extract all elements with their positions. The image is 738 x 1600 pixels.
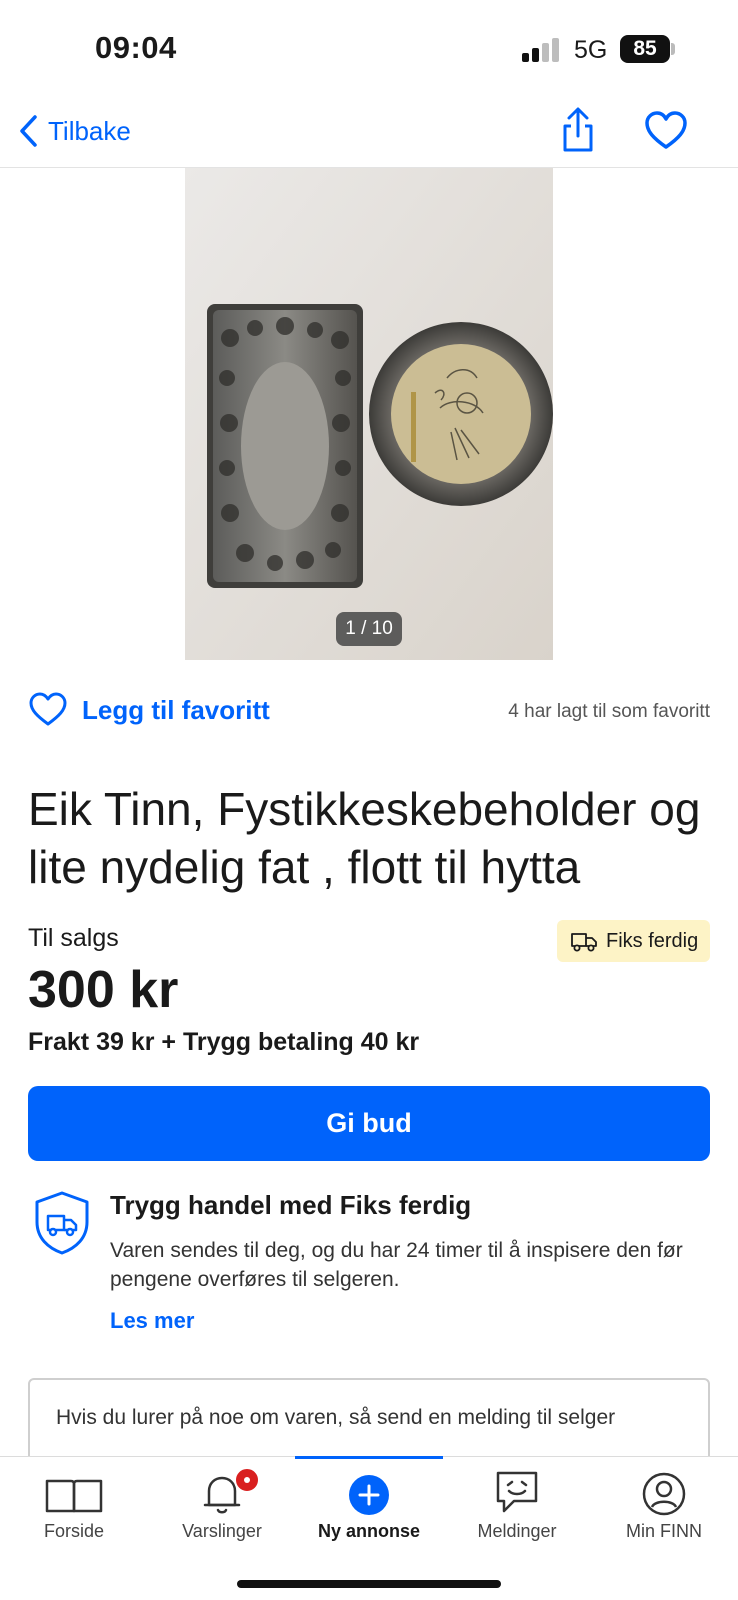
favorite-row: Legg til favoritt 4 har lagt til som fav… — [28, 690, 710, 734]
truck-icon — [571, 933, 597, 952]
nav-bar: Tilbake — [0, 100, 738, 168]
read-more-link[interactable]: Les mer — [110, 1308, 194, 1334]
tab-bar: Forside Varslinger Ny annonse Meldinger — [0, 1456, 738, 1600]
network-label: 5G — [574, 36, 608, 64]
sale-label: Til salgs — [28, 924, 119, 952]
tab-label: Meldinger — [477, 1521, 557, 1541]
listing-title: Eik Tinn, Fystikkeskebeholder og lite ny… — [28, 783, 701, 893]
tab-min-finn[interactable]: Min FINN — [590, 1467, 738, 1557]
heart-icon — [645, 111, 687, 149]
home-indicator — [237, 1580, 501, 1588]
shipping-info: Frakt 39 kr + Trygg betaling 40 kr — [28, 1028, 420, 1056]
favorite-button[interactable] — [643, 108, 689, 154]
add-favorite-button[interactable]: Legg til favoritt — [28, 690, 270, 730]
tab-label: Forside — [43, 1521, 105, 1541]
fiks-ferdig-badge: Fiks ferdig — [557, 920, 710, 962]
share-icon — [563, 107, 593, 152]
profile-icon — [642, 1472, 686, 1516]
safe-trade-text: Varen sendes til deg, og du har 24 timer… — [110, 1239, 683, 1291]
safe-trade-title: Trygg handel med Fiks ferdig — [110, 1190, 472, 1220]
book-icon — [45, 1479, 103, 1513]
message-input[interactable]: Hvis du lurer på noe om varen, så send e… — [28, 1378, 710, 1468]
notification-badge — [234, 1467, 260, 1493]
active-tab-indicator — [295, 1456, 443, 1459]
status-bar: 09:04 5G 85 — [0, 0, 738, 100]
shield-truck-icon — [32, 1190, 92, 1256]
chevron-left-icon — [20, 115, 37, 147]
tab-label: Ny annonse — [317, 1521, 421, 1541]
image-counter: 1 / 10 — [336, 612, 402, 646]
bid-button[interactable]: Gi bud — [28, 1086, 710, 1161]
battery-tip — [671, 43, 675, 55]
tab-varslinger[interactable]: Varslinger — [148, 1467, 296, 1557]
add-favorite-label: Legg til favoritt — [82, 694, 270, 725]
plus-circle-icon — [349, 1475, 389, 1515]
product-image[interactable] — [185, 168, 553, 660]
badge-label: Fiks ferdig — [606, 929, 699, 952]
favorite-count: 4 har lagt til som favoritt — [508, 701, 710, 722]
price: 300 kr — [28, 961, 179, 1019]
share-button[interactable] — [556, 106, 600, 156]
tab-meldinger[interactable]: Meldinger — [443, 1467, 591, 1557]
product-photo — [185, 168, 553, 660]
tab-label: Min FINN — [626, 1521, 702, 1541]
heart-icon — [29, 692, 67, 726]
back-label: Tilbake — [48, 115, 131, 146]
chat-icon — [496, 1471, 538, 1513]
back-button[interactable]: Tilbake — [18, 110, 131, 152]
tab-ny-annonse[interactable]: Ny annonse — [295, 1467, 443, 1557]
battery-icon: 85 — [620, 35, 670, 63]
signal-icon — [522, 38, 562, 62]
tab-label: Varslinger — [182, 1521, 262, 1541]
status-time: 09:04 — [95, 30, 177, 65]
tab-forside[interactable]: Forside — [0, 1467, 148, 1557]
